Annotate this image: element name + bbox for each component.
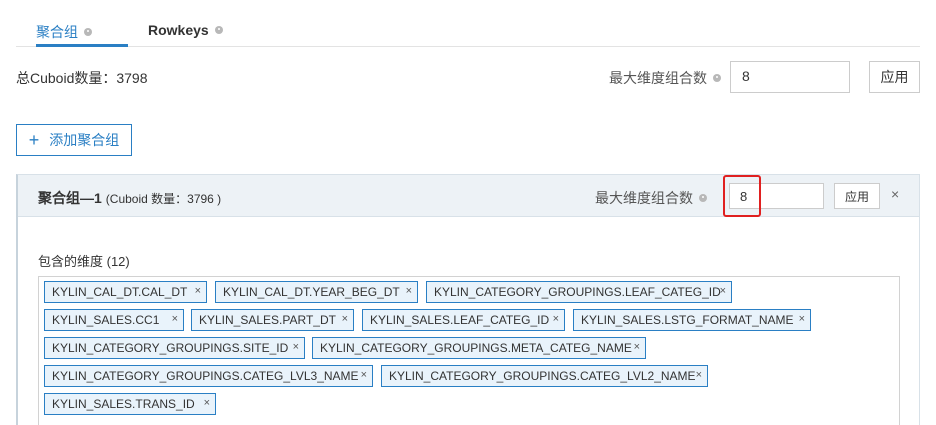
help-icon[interactable] — [214, 26, 223, 34]
included-dimensions-label: 包含的维度 (12) — [38, 254, 130, 269]
remove-tag-icon[interactable]: × — [634, 342, 640, 353]
tag-label: KYLIN_CATEGORY_GROUPINGS.CATEG_LVL3_NAME — [52, 369, 359, 383]
highlight-box — [723, 175, 761, 217]
max-dim-label-text: 最大维度组合数 — [609, 70, 707, 86]
remove-tag-icon[interactable]: × — [696, 370, 702, 381]
tab-aggregation-groups[interactable]: 聚合组 — [36, 22, 92, 42]
dimension-tag[interactable]: KYLIN_SALES.TRANS_ID × — [44, 393, 216, 415]
remove-tag-icon[interactable]: × — [172, 314, 178, 325]
tag-label: KYLIN_CATEGORY_GROUPINGS.SITE_ID — [52, 341, 289, 355]
help-icon[interactable] — [699, 194, 707, 202]
plus-icon: + — [28, 130, 40, 150]
group-max-dim-label: 最大维度组合数 — [595, 188, 707, 208]
tab-label: Rowkeys — [148, 22, 209, 38]
dimension-tag[interactable]: KYLIN_CATEGORY_GROUPINGS.CATEG_LVL2_NAME… — [381, 365, 708, 387]
aggregation-group-title: 聚合组—1 (Cuboid 数量：3796 ) — [38, 188, 221, 208]
dimension-tag-input[interactable]: KYLIN_CAL_DT.CAL_DT × KYLIN_CAL_DT.YEAR_B… — [38, 276, 900, 425]
tag-label: KYLIN_CAL_DT.YEAR_BEG_DT — [223, 285, 400, 299]
remove-tag-icon[interactable]: × — [361, 370, 367, 381]
tag-label: KYLIN_SALES.LEAF_CATEG_ID — [370, 313, 550, 327]
tag-label: KYLIN_CATEGORY_GROUPINGS.LEAF_CATEG_ID — [434, 285, 721, 299]
remove-tag-icon[interactable]: × — [342, 314, 348, 325]
add-group-label: 添加聚合组 — [49, 132, 120, 148]
remove-tag-icon[interactable]: × — [406, 286, 412, 297]
active-tab-indicator — [36, 44, 128, 47]
remove-tag-icon[interactable]: × — [204, 398, 210, 409]
dimension-tag[interactable]: KYLIN_SALES.LEAF_CATEG_ID × — [362, 309, 565, 331]
dimension-tag[interactable]: KYLIN_CATEGORY_GROUPINGS.CATEG_LVL3_NAME… — [44, 365, 373, 387]
tab-rowkeys[interactable]: Rowkeys — [148, 22, 223, 38]
remove-tag-icon[interactable]: × — [720, 286, 726, 297]
tag-label: KYLIN_CATEGORY_GROUPINGS.CATEG_LVL2_NAME — [389, 369, 696, 383]
dimension-tag[interactable]: KYLIN_CATEGORY_GROUPINGS.LEAF_CATEG_ID × — [426, 281, 732, 303]
tab-label: 聚合组 — [36, 24, 78, 40]
group-apply-button[interactable]: 应用 — [834, 183, 880, 209]
apply-button[interactable]: 应用 — [869, 61, 920, 93]
remove-tag-icon[interactable]: × — [553, 314, 559, 325]
group-max-dim-label-text: 最大维度组合数 — [595, 190, 693, 206]
dimension-tag[interactable]: KYLIN_CATEGORY_GROUPINGS.META_CATEG_NAME… — [312, 337, 646, 359]
aggregation-group-header: 聚合组—1 (Cuboid 数量：3796 ) 最大维度组合数 8 应用 × — [18, 175, 919, 217]
remove-tag-icon[interactable]: × — [799, 314, 805, 325]
dimension-tag[interactable]: KYLIN_CATEGORY_GROUPINGS.SITE_ID × — [44, 337, 305, 359]
tag-label: KYLIN_CATEGORY_GROUPINGS.META_CATEG_NAME — [320, 341, 632, 355]
tag-label: KYLIN_SALES.LSTG_FORMAT_NAME — [581, 313, 794, 327]
help-icon[interactable] — [84, 28, 92, 36]
dimension-tag[interactable]: KYLIN_SALES.LSTG_FORMAT_NAME × — [573, 309, 811, 331]
remove-tag-icon[interactable]: × — [195, 286, 201, 297]
group-cuboid-count: (Cuboid 数量：3796 ) — [105, 192, 222, 206]
tag-label: KYLIN_SALES.PART_DT — [199, 313, 336, 327]
max-dim-combination-input[interactable]: 8 — [730, 61, 850, 93]
close-icon[interactable]: × — [891, 187, 899, 201]
max-dim-combination-label: 最大维度组合数 — [609, 68, 721, 88]
tag-label: KYLIN_SALES.CC1 — [52, 313, 160, 327]
dimension-tag[interactable]: KYLIN_SALES.PART_DT × — [191, 309, 354, 331]
tag-label: KYLIN_CAL_DT.CAL_DT — [52, 285, 188, 299]
dimension-tag[interactable]: KYLIN_SALES.CC1 × — [44, 309, 184, 331]
total-cuboid-count: 总Cuboid数量：3798 — [16, 70, 148, 86]
remove-tag-icon[interactable]: × — [293, 342, 299, 353]
tag-label: KYLIN_SALES.TRANS_ID — [52, 397, 195, 411]
dimension-tag[interactable]: KYLIN_CAL_DT.YEAR_BEG_DT × — [215, 281, 418, 303]
group-title-text: 聚合组—1 — [38, 190, 102, 206]
aggregation-group-panel: 聚合组—1 (Cuboid 数量：3796 ) 最大维度组合数 8 应用 × 包… — [16, 174, 920, 425]
help-icon[interactable] — [713, 74, 721, 82]
add-aggregation-group-button[interactable]: + 添加聚合组 — [16, 124, 132, 156]
dimension-tag[interactable]: KYLIN_CAL_DT.CAL_DT × — [44, 281, 207, 303]
tab-bar: 聚合组 Rowkeys — [16, 14, 920, 47]
